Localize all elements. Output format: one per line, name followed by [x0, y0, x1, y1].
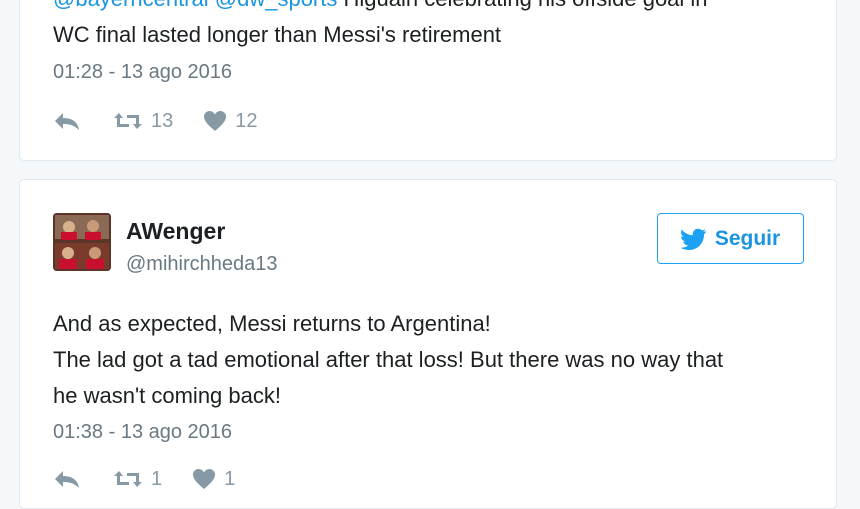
- retweet-icon: [114, 471, 142, 487]
- tweet-card: AWenger @mihirchheda13 Seguir And as exp…: [19, 179, 837, 509]
- tweet-actions: 1 1: [53, 465, 235, 493]
- tweet-card: @bayerncentral @dw_sports Higuain celebr…: [19, 0, 837, 161]
- retweet-button[interactable]: 13: [113, 110, 173, 133]
- heart-icon: [193, 469, 216, 489]
- author-handle[interactable]: @mihirchheda13: [126, 253, 278, 276]
- author-name[interactable]: AWenger: [126, 218, 225, 245]
- reply-icon: [55, 471, 79, 488]
- heart-icon: [204, 111, 227, 131]
- avatar[interactable]: [53, 213, 111, 271]
- tweet-timestamp[interactable]: 01:28 - 13 ago 2016: [53, 61, 232, 84]
- tweet-timestamp[interactable]: 01:38 - 13 ago 2016: [53, 421, 232, 444]
- tweet-actions: 13 12: [53, 107, 258, 135]
- retweet-count: 13: [151, 109, 174, 132]
- tweet-text-rest: Higuain celebrating his offside goal in: [337, 0, 707, 11]
- reply-button[interactable]: [53, 468, 81, 490]
- mention-link[interactable]: @bayerncentral: [53, 0, 209, 11]
- like-count: 12: [235, 109, 258, 132]
- tweet-text-line: WC final lasted longer than Messi's reti…: [53, 22, 502, 47]
- like-button[interactable]: 1: [192, 468, 235, 491]
- mention-link[interactable]: @dw_sports: [215, 0, 338, 11]
- avatar-image: [53, 213, 111, 271]
- reply-icon: [55, 113, 79, 130]
- tweet-text: @bayerncentral @dw_sports Higuain celebr…: [53, 0, 806, 53]
- retweet-icon: [114, 113, 142, 129]
- retweet-button[interactable]: 1: [113, 468, 162, 491]
- twitter-bird-icon: [680, 228, 706, 250]
- follow-button[interactable]: Seguir: [657, 213, 804, 264]
- reply-button[interactable]: [53, 110, 81, 132]
- retweet-count: 1: [151, 467, 163, 490]
- tweet-text: And as expected, Messi returns to Argent…: [53, 311, 724, 408]
- like-button[interactable]: 12: [203, 109, 258, 133]
- like-count: 1: [224, 467, 236, 490]
- follow-label: Seguir: [714, 226, 781, 250]
